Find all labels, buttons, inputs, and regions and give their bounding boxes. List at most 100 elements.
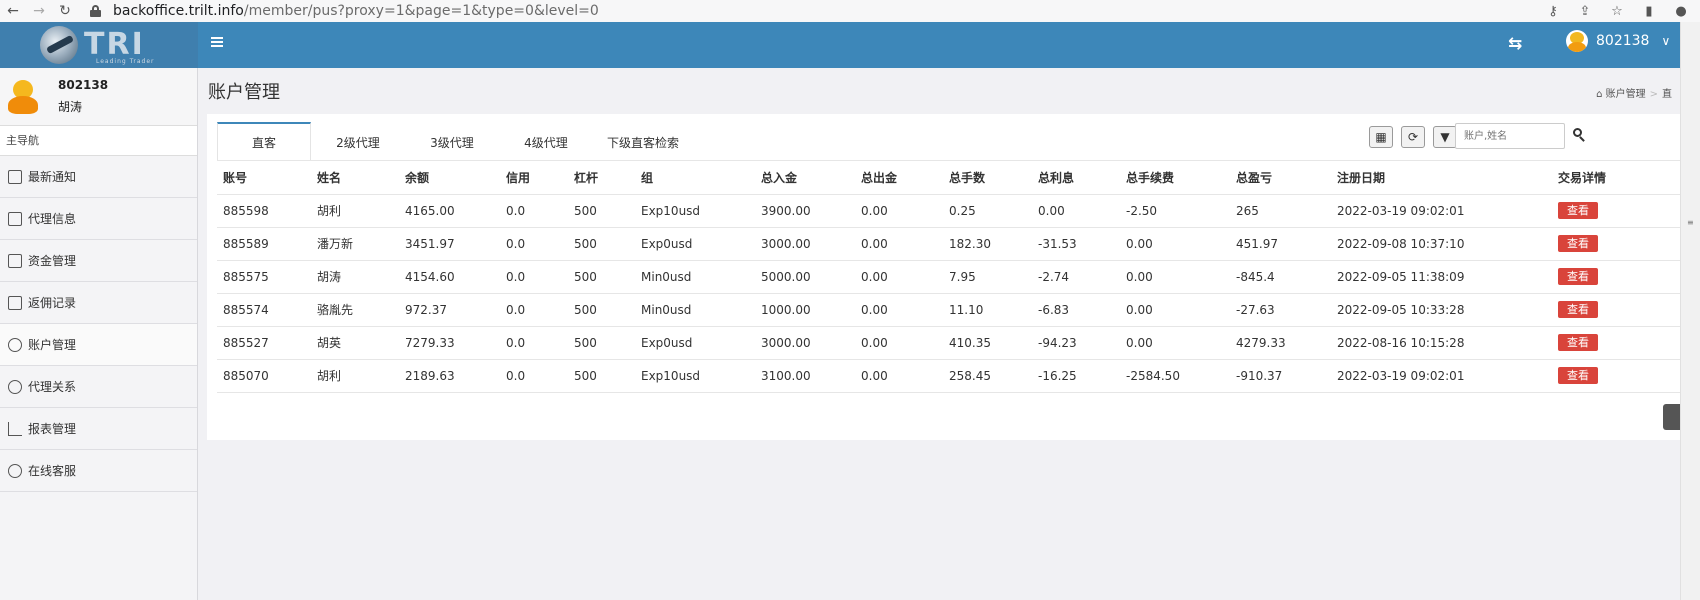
column-header: 杠杆 <box>568 161 635 195</box>
profile-card: 802138 胡涛 <box>0 68 197 126</box>
cell-details: 查看 <box>1552 359 1680 393</box>
breadcrumb-item[interactable]: 账户管理 <box>1606 89 1646 100</box>
table-row: 885574 骆胤先 972.37 0.0 500 Min0usd 1000.0… <box>217 293 1680 327</box>
sidebar-item-label: 代理关系 <box>28 380 77 394</box>
cell-deposit: 3100.00 <box>755 359 855 393</box>
url-host: backoffice.trilt.info <box>113 3 244 19</box>
tab-level2-agents[interactable]: 2级代理 <box>311 122 405 160</box>
sidebar-item-notices[interactable]: 最新通知 <box>0 156 197 198</box>
share-icon[interactable]: ⇪ <box>1576 4 1594 19</box>
scrollbar[interactable]: ≡ <box>1680 22 1700 600</box>
cell-credit: 0.0 <box>500 359 568 393</box>
cell-deposit: 3000.00 <box>755 326 855 360</box>
column-header: 总手续费 <box>1120 161 1230 195</box>
logo-subtitle: Leading Trader <box>96 58 155 65</box>
sidebar-item-rebates[interactable]: 返佣记录 <box>0 282 197 324</box>
cell-details: 查看 <box>1552 194 1680 228</box>
sidebar-item-reports[interactable]: 报表管理 <box>0 408 197 450</box>
cell-leverage: 500 <box>568 194 635 228</box>
logo[interactable]: TRI Leading Trader <box>0 22 198 68</box>
breadcrumb-item: 直 <box>1662 89 1672 100</box>
refresh-button[interactable]: ⟳ <box>1401 126 1425 148</box>
home-icon: ⌂ <box>1596 89 1603 100</box>
refresh-icon[interactable]: ⇆ <box>1508 34 1522 54</box>
cell-account: 885574 <box>217 293 311 327</box>
url-path: /member/pus?proxy=1&page=1&type=0&level=… <box>243 3 599 19</box>
browser-toolbar: ← → ↻ backoffice.trilt.info/member/pus?p… <box>0 0 1700 22</box>
cell-deposit: 3000.00 <box>755 227 855 261</box>
view-button[interactable]: 查看 <box>1558 202 1598 219</box>
cell-deposit: 1000.00 <box>755 293 855 327</box>
scrollbar-thumb[interactable] <box>1685 22 1696 600</box>
cell-account: 885527 <box>217 326 311 360</box>
sidebar-item-agent-info[interactable]: 代理信息 <box>0 198 197 240</box>
view-button[interactable]: 查看 <box>1558 268 1598 285</box>
table-row: 885575 胡涛 4154.60 0.0 500 Min0usd 5000.0… <box>217 260 1680 294</box>
filter-icon[interactable]: ▼ <box>1433 126 1457 148</box>
floating-side-tab[interactable] <box>1663 404 1680 430</box>
cell-lots: 182.30 <box>943 227 1032 261</box>
profile-icon[interactable]: ● <box>1672 4 1690 19</box>
cell-balance: 3451.97 <box>399 227 500 261</box>
search-icon[interactable] <box>1572 127 1586 143</box>
user-menu[interactable]: 802138 ∨ <box>1566 30 1670 52</box>
nav-title: 主导航 <box>0 126 197 156</box>
cell-name: 胡英 <box>311 326 399 360</box>
table-row: 885070 胡利 2189.63 0.0 500 Exp10usd 3100.… <box>217 359 1680 393</box>
logo-mark-icon <box>40 26 78 64</box>
view-button[interactable]: 查看 <box>1558 235 1598 252</box>
sidebar-item-accounts[interactable]: 账户管理 <box>0 324 197 366</box>
view-button[interactable]: 查看 <box>1558 301 1598 318</box>
address-bar[interactable]: backoffice.trilt.info/member/pus?proxy=1… <box>90 0 599 22</box>
cell-commission: 0.00 <box>1120 260 1230 294</box>
view-button[interactable]: 查看 <box>1558 334 1598 351</box>
table-row: 885598 胡利 4165.00 0.0 500 Exp10usd 3900.… <box>217 194 1680 228</box>
sidebar-item-support[interactable]: 在线客服 <box>0 450 197 492</box>
calendar-icon[interactable]: ▦ <box>1369 126 1393 148</box>
sidebar-toggle-icon[interactable]: ▮ <box>1640 4 1658 19</box>
reload-icon[interactable]: ↻ <box>52 0 78 22</box>
cell-leverage: 500 <box>568 227 635 261</box>
tab-direct-clients[interactable]: 直客 <box>217 122 311 160</box>
cell-register-date: 2022-03-19 09:02:01 <box>1331 359 1552 393</box>
table-header-row: 账号 姓名 余额 信用 杠杆 组 总入金 总出金 总手数 总利息 总手续费 总盈… <box>217 161 1680 195</box>
scrollbar-grip-icon: ≡ <box>1687 218 1694 227</box>
cell-balance: 7279.33 <box>399 326 500 360</box>
accounts-table: 账号 姓名 余额 信用 杠杆 组 总入金 总出金 总手数 总利息 总手续费 总盈… <box>217 161 1680 393</box>
sidebar-item-agent-relations[interactable]: 代理关系 <box>0 366 197 408</box>
star-icon[interactable]: ☆ <box>1608 4 1626 19</box>
tab-bar: 直客 2级代理 3级代理 4级代理 下级直客检索 <box>217 122 693 160</box>
view-button[interactable]: 查看 <box>1558 367 1598 384</box>
cell-interest: -94.23 <box>1032 326 1120 360</box>
forward-icon[interactable]: → <box>26 0 52 22</box>
back-icon[interactable]: ← <box>0 0 26 22</box>
cell-profit: 265 <box>1230 194 1331 228</box>
cell-account: 885598 <box>217 194 311 228</box>
cell-name: 潘万新 <box>311 227 399 261</box>
cell-details: 查看 <box>1552 326 1680 360</box>
cell-balance: 4165.00 <box>399 194 500 228</box>
cell-interest: -31.53 <box>1032 227 1120 261</box>
search-input[interactable] <box>1455 123 1565 149</box>
sidebar-item-label: 报表管理 <box>28 422 77 436</box>
tab-level4-agents[interactable]: 4级代理 <box>499 122 593 160</box>
sidebar: 802138 胡涛 主导航 最新通知 代理信息 资金管理 返佣记录 账户管理 代… <box>0 68 198 600</box>
cell-register-date: 2022-09-08 10:37:10 <box>1331 227 1552 261</box>
cell-register-date: 2022-09-05 11:38:09 <box>1331 260 1552 294</box>
cell-account: 885575 <box>217 260 311 294</box>
cell-withdrawal: 0.00 <box>855 194 943 228</box>
hand-coin-icon <box>8 295 22 310</box>
cell-lots: 0.25 <box>943 194 1032 228</box>
cell-interest: -6.83 <box>1032 293 1120 327</box>
cell-commission: 0.00 <box>1120 293 1230 327</box>
cell-withdrawal: 0.00 <box>855 326 943 360</box>
cell-profit: -845.4 <box>1230 260 1331 294</box>
key-icon[interactable]: ⚷ <box>1544 4 1562 19</box>
table-body: 885598 胡利 4165.00 0.0 500 Exp10usd 3900.… <box>217 194 1680 393</box>
column-header: 总盈亏 <box>1230 161 1331 195</box>
menu-toggle-icon[interactable] <box>211 35 223 49</box>
cell-group: Min0usd <box>635 293 755 327</box>
tab-sub-client-search[interactable]: 下级直客检索 <box>593 122 693 160</box>
sidebar-item-funds[interactable]: 资金管理 <box>0 240 197 282</box>
tab-level3-agents[interactable]: 3级代理 <box>405 122 499 160</box>
